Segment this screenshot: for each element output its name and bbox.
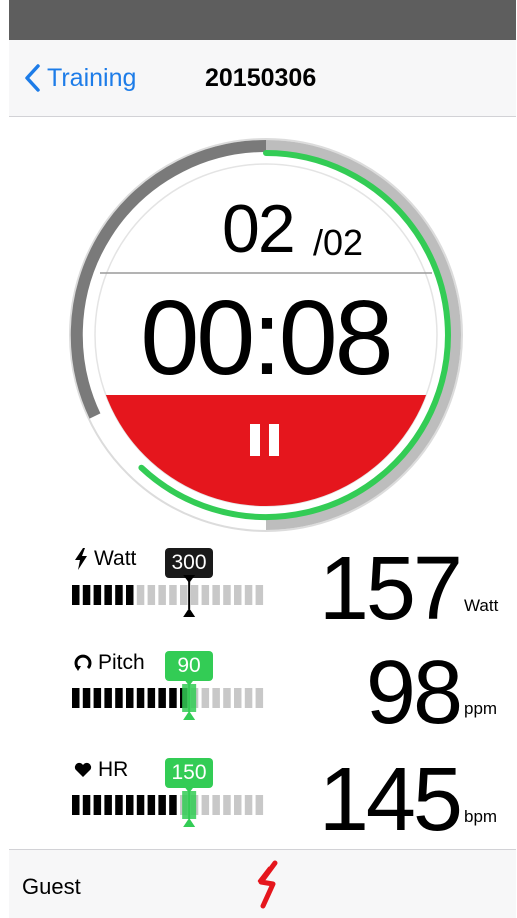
meter-segment (158, 585, 166, 605)
cadence-icon (74, 654, 92, 672)
meter-segment (136, 795, 145, 815)
hr-target-badge: 150 (165, 758, 213, 788)
meter-segment (147, 688, 156, 708)
pitch-unit: ppm (464, 699, 498, 718)
heart-icon (74, 762, 92, 778)
meter-segment (255, 688, 264, 708)
target-marker-bottom (183, 608, 196, 617)
hr-meter (72, 785, 264, 827)
meter-segment (201, 688, 210, 708)
target-marker-bottom (183, 818, 196, 827)
bottom-bar: Guest (9, 849, 516, 918)
brand-logo-icon (257, 860, 278, 909)
meter-segment (126, 585, 134, 605)
meter-segment (255, 585, 264, 605)
meter-segment (93, 585, 102, 605)
meter-segment (126, 795, 134, 815)
meter-segment (115, 795, 123, 815)
meter-segment (212, 688, 220, 708)
watt-target-badge: 300 (165, 548, 213, 578)
meter-segment (212, 795, 220, 815)
meter-segment (136, 688, 145, 708)
meter-segment (82, 688, 91, 708)
meter-segment (223, 688, 231, 708)
meter-segment (126, 688, 134, 708)
pitch-label-text: Pitch (98, 651, 145, 674)
watt-label-text: Watt (94, 547, 137, 570)
total-sets: /02 (313, 222, 364, 263)
hr-value: 145 (318, 750, 463, 850)
meter-segment (201, 585, 210, 605)
meter-segment (234, 795, 242, 815)
hr-label: HR (74, 758, 128, 782)
meter-segment (190, 585, 199, 605)
watt-value: 157 (318, 539, 463, 639)
meter-segment (255, 795, 264, 815)
pitch-target-badge: 90 (165, 651, 213, 681)
watt-meter (72, 575, 264, 617)
meter-segment (82, 795, 91, 815)
elapsed-time: 00:08 (140, 279, 393, 397)
meter-segment (223, 585, 231, 605)
meter-segment (169, 688, 177, 708)
meter-segment (201, 795, 210, 815)
meter-segment (72, 688, 80, 708)
meter-segment (82, 585, 91, 605)
target-marker-bottom (183, 711, 196, 720)
meter-segment (234, 585, 242, 605)
meter-segment (104, 795, 112, 815)
lightning-icon (74, 548, 88, 570)
meter-segment (147, 795, 156, 815)
meter-segment (212, 585, 220, 605)
watt-unit: Watt (464, 596, 499, 615)
meter-segment (234, 688, 242, 708)
pause-button[interactable] (90, 395, 442, 510)
meter-segment (104, 688, 112, 708)
meter-segment (169, 585, 177, 605)
user-name[interactable]: Guest (22, 874, 81, 900)
meter-segment (169, 795, 177, 815)
meter-segment (180, 585, 188, 605)
meter-segment (244, 795, 253, 815)
meter-segment (158, 795, 166, 815)
meter-segment (93, 795, 102, 815)
meter-segment (93, 688, 102, 708)
meter-segment (72, 585, 80, 605)
meter-segment (147, 585, 156, 605)
current-set: 02 (222, 191, 296, 267)
pitch-meter (72, 678, 264, 720)
meter-segment (244, 585, 253, 605)
pitch-value: 98 (365, 643, 463, 743)
meter-segment (72, 795, 80, 815)
meter-segment (223, 795, 231, 815)
meter-segment (136, 585, 145, 605)
watt-label: Watt (74, 547, 136, 571)
meter-segment (158, 688, 166, 708)
meter-segment (244, 688, 253, 708)
meter-segment (115, 688, 123, 708)
meter-segment (104, 585, 112, 605)
hr-label-text: HR (98, 758, 129, 781)
hr-unit: bpm (464, 807, 498, 826)
pitch-label: Pitch (74, 651, 145, 675)
meter-segment (115, 585, 123, 605)
